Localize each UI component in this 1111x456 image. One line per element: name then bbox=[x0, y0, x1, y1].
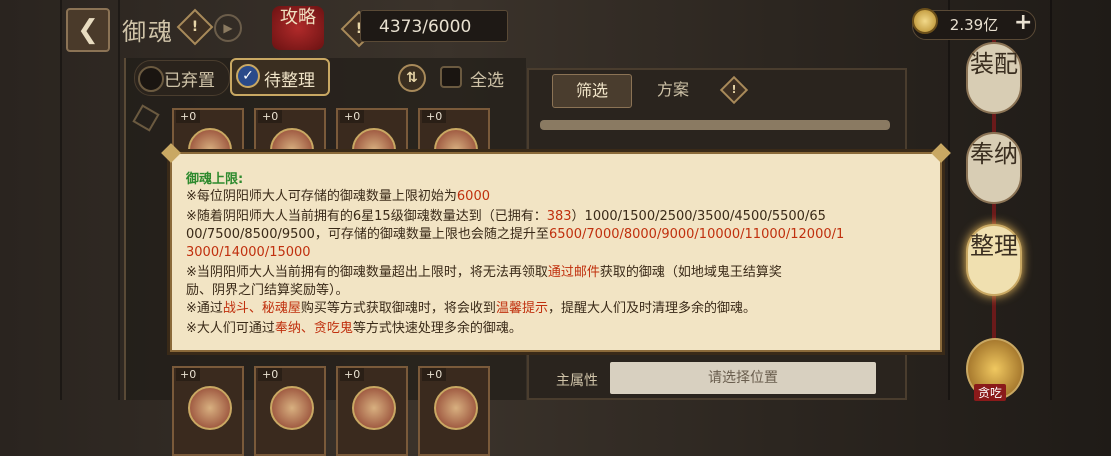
card-level: +0 bbox=[258, 368, 283, 381]
pending-checkbox[interactable]: ✓ bbox=[236, 64, 260, 88]
tooltip-line: ※随着阴阳师大人当前拥有的6星15级御魂数量达到（已拥有：383）1000/15… bbox=[186, 209, 826, 224]
select-all-checkbox[interactable] bbox=[440, 66, 462, 88]
tooltip-line: 00/7500/8500/9500，可存储的御魂数量上限也会随之提升至6500/… bbox=[186, 227, 845, 242]
organize-button[interactable]: 整理 bbox=[966, 224, 1022, 296]
soul-limit-tooltip: 御魂上限: ※每位阴阳师大人可存储的御魂数量上限初始为6000 ※随着阴阳师大人… bbox=[161, 143, 951, 352]
soul-portrait bbox=[434, 386, 478, 430]
back-arrow-icon: ❮ bbox=[77, 15, 99, 45]
soul-card[interactable]: +0 bbox=[418, 366, 490, 456]
discard-checkbox[interactable] bbox=[138, 66, 164, 92]
card-level: +0 bbox=[422, 368, 447, 381]
greedy-ghost-label: 贪吃 bbox=[974, 384, 1007, 401]
tooltip-title: 御魂上限: bbox=[186, 172, 244, 187]
soul-capacity-counter: 4373/6000 bbox=[360, 10, 508, 42]
card-level: +0 bbox=[176, 368, 201, 381]
scroll-rod bbox=[540, 120, 890, 130]
discard-label: 已弃置 bbox=[164, 71, 215, 91]
soul-card[interactable]: +0 bbox=[172, 366, 244, 456]
tooltip-line: ※每位阴阳师大人可存储的御魂数量上限初始为6000 bbox=[186, 189, 490, 204]
page-title: 御魂 bbox=[122, 18, 174, 46]
tab-scheme[interactable]: 方案 bbox=[634, 74, 712, 106]
sort-icon[interactable]: ⇅ bbox=[398, 64, 426, 92]
equip-button[interactable]: 装配 bbox=[966, 42, 1022, 114]
coin-icon bbox=[912, 8, 938, 34]
tooltip-corner-ornament bbox=[931, 143, 951, 163]
top-bar: ❮ 御魂 ! ▶ 攻略 ! 4373/6000 2.39亿 + bbox=[0, 0, 1111, 54]
play-icon[interactable]: ▶ bbox=[214, 14, 242, 42]
strategy-button[interactable]: 攻略 bbox=[272, 6, 324, 50]
soul-portrait bbox=[188, 386, 232, 430]
card-level: +0 bbox=[176, 110, 201, 123]
tooltip-line: ※通过战斗、秘魂屋购买等方式获取御魂时，将会收到温馨提示，提醒大人们及时清理多余… bbox=[186, 301, 756, 316]
card-level: +0 bbox=[422, 110, 447, 123]
tooltip-line: ※当阴阳师大人当前拥有的御魂数量超出上限时，将无法再领取通过邮件获取的御魂（如地… bbox=[186, 265, 782, 280]
offer-button[interactable]: 奉纳 bbox=[966, 132, 1022, 204]
soul-portrait bbox=[270, 386, 314, 430]
tooltip-line: ※大人们可通过奉纳、贪吃鬼等方式快速处理多余的御魂。 bbox=[186, 321, 522, 336]
main-attribute-select[interactable]: 请选择位置 bbox=[610, 362, 876, 394]
pending-label: 待整理 bbox=[264, 71, 315, 91]
tooltip-line: 3000/14000/15000 bbox=[186, 245, 311, 260]
card-level: +0 bbox=[340, 368, 365, 381]
info-icon[interactable]: ! bbox=[176, 8, 214, 46]
add-gold-button[interactable]: + bbox=[1014, 10, 1032, 35]
soul-portrait bbox=[352, 386, 396, 430]
card-level: +0 bbox=[258, 110, 283, 123]
main-attribute-label: 主属性 bbox=[556, 373, 598, 389]
select-all-label: 全选 bbox=[470, 71, 504, 91]
tab-filter[interactable]: 筛选 bbox=[552, 74, 632, 108]
tooltip-line: 励、阴界之门结算奖励等）。 bbox=[186, 283, 349, 298]
soul-card[interactable]: +0 bbox=[254, 366, 326, 456]
card-level: +0 bbox=[340, 110, 365, 123]
back-button[interactable]: ❮ bbox=[66, 8, 110, 52]
soul-card[interactable]: +0 bbox=[336, 366, 408, 456]
